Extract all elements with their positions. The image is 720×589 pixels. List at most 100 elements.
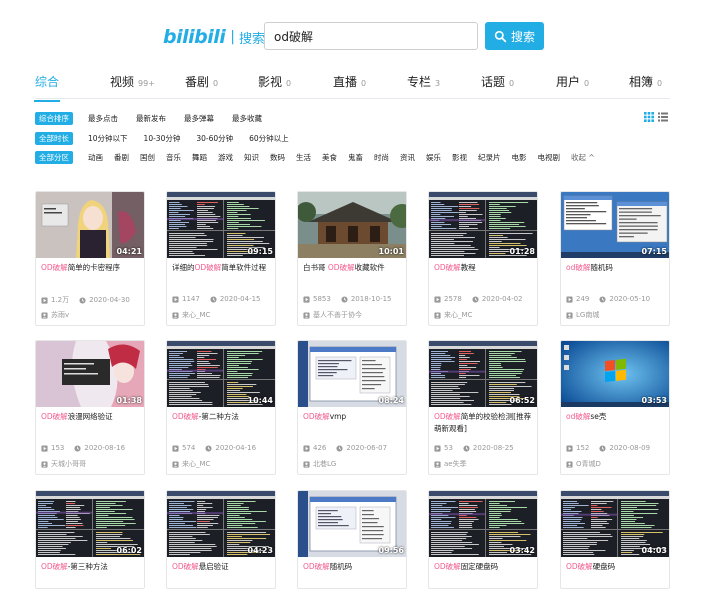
tab-album[interactable]: 相簿 0 [629,73,662,90]
video-title[interactable]: OD破解简单的卡密程序 [41,262,141,274]
tab-user[interactable]: 用户 0 [556,73,589,90]
video-title[interactable]: 白书哥 OD破解收藏软件 [303,262,403,274]
video-thumbnail[interactable]: 01:28 [429,192,537,258]
tab-live[interactable]: 直播 0 [333,73,366,90]
video-thumbnail[interactable]: 03:42 [429,491,537,557]
uploader[interactable]: 来心_MC [172,310,210,320]
zone-option[interactable]: 娱乐 [426,152,441,163]
zone-option[interactable]: 纪录片 [478,152,501,163]
video-title[interactable]: OD破解悬启验证 [172,561,272,573]
sort-option-danmaku[interactable]: 最多弹幕 [184,113,214,124]
video-title[interactable]: OD破解-第二种方法 [172,411,272,423]
video-thumbnail[interactable]: 09:15 [167,192,275,258]
zone-option[interactable]: 电影 [512,152,527,163]
uploader[interactable]: 基人不善于协今 [303,310,362,320]
video-title[interactable]: OD破解-第三种方法 [41,561,141,573]
video-thumbnail[interactable]: 07:15 [561,192,669,258]
tab-bangumi[interactable]: 番剧 0 [185,73,218,90]
tab-topic[interactable]: 话题 0 [481,73,514,90]
zone-chip-all[interactable]: 全部分区 [35,150,73,164]
video-thumbnail[interactable]: 10:44 [167,341,275,407]
video-thumbnail[interactable]: 04:23 [167,491,275,557]
search-button[interactable]: 搜索 [485,22,544,50]
video-thumbnail[interactable]: 08:24 [298,341,406,407]
grid-view-icon[interactable] [644,112,654,122]
video-card[interactable]: 01:38 OD破解浪漫网络验证 153 2020-08-16 天城小哥哥 [35,340,145,475]
zone-option[interactable]: 时尚 [374,152,389,163]
zone-option[interactable]: 游戏 [218,152,233,163]
sort-chip-default[interactable]: 综合排序 [35,111,73,125]
duration-option-under10[interactable]: 10分钟以下 [88,133,128,144]
uploader[interactable]: LG南城 [566,310,599,320]
zone-option[interactable]: 舞蹈 [192,152,207,163]
zone-option[interactable]: 音乐 [166,152,181,163]
uploader[interactable]: 天城小哥哥 [41,459,86,469]
video-card[interactable]: 04:23 OD破解悬启验证 [166,490,276,589]
video-card[interactable]: 09:56 OD破解随机码 [297,490,407,589]
video-title[interactable]: OD破解硬盘码 [566,561,666,573]
video-thumbnail[interactable]: 04:21 [36,192,144,258]
zone-collapse-toggle[interactable]: 收起 ^ [571,152,595,163]
video-card[interactable]: 07:15 od破解随机码 249 2020-05-10 LG南城 [560,191,670,326]
zone-option[interactable]: 知识 [244,152,259,163]
video-card[interactable]: 03:53 od破解se壳 152 2020-08-09 O青城D [560,340,670,475]
duration-option-30-60[interactable]: 30-60分钟 [196,133,233,144]
uploader[interactable]: 苏雨v [41,310,69,320]
zone-option[interactable]: 美食 [322,152,337,163]
zone-option[interactable]: 国创 [140,152,155,163]
video-card[interactable]: 10:44 OD破解-第二种方法 574 2020-04-16 来心_MC [166,340,276,475]
uploader[interactable]: ae失季 [434,459,467,469]
video-card[interactable]: 09:15 详细的OD破解简单软件过程 1147 2020-04-15 来心_M… [166,191,276,326]
tab-article[interactable]: 专栏 3 [407,73,440,90]
zone-option[interactable]: 影视 [452,152,467,163]
video-card[interactable]: 03:42 OD破解固定硬盘码 [428,490,538,589]
video-thumbnail[interactable]: 06:52 [429,341,537,407]
sort-option-favorites[interactable]: 最多收藏 [232,113,262,124]
zone-option[interactable]: 番剧 [114,152,129,163]
video-thumbnail[interactable]: 01:38 [36,341,144,407]
video-thumbnail[interactable]: 03:53 [561,341,669,407]
uploader[interactable]: 来心_MC [434,310,472,320]
video-title[interactable]: od破解se壳 [566,411,666,423]
video-card[interactable]: 10:01 白书哥 OD破解收藏软件 5853 2018-10-15 基人不善于… [297,191,407,326]
zone-option[interactable]: 数码 [270,152,285,163]
uploader[interactable]: 北巷LG [303,459,336,469]
video-card[interactable]: 04:03 OD破解硬盘码 [560,490,670,589]
video-title[interactable]: OD破解随机码 [303,561,403,573]
uploader[interactable]: O青城D [566,459,601,469]
zone-option[interactable]: 动画 [88,152,103,163]
video-title[interactable]: OD破解简单的校验检测[推荐萌新观看] [434,411,534,435]
video-title[interactable]: od破解随机码 [566,262,666,274]
duration-option-over60[interactable]: 60分钟以上 [249,133,289,144]
video-thumbnail[interactable]: 09:56 [298,491,406,557]
video-title[interactable]: OD破解浪漫网络验证 [41,411,141,423]
video-thumbnail[interactable]: 10:01 [298,192,406,258]
video-card[interactable]: 06:02 OD破解-第三种方法 [35,490,145,589]
video-thumbnail[interactable]: 06:02 [36,491,144,557]
video-card[interactable]: 01:28 OD破解教程 2578 2020-04-02 来心_MC [428,191,538,326]
video-thumbnail[interactable]: 04:03 [561,491,669,557]
uploader[interactable]: 来心_MC [172,459,210,469]
zone-option[interactable]: 电视剧 [538,152,561,163]
upload-date: 2020-04-15 [219,295,261,303]
search-input[interactable] [264,22,478,50]
duration-chip-all[interactable]: 全部时长 [35,131,73,145]
video-title[interactable]: OD破解vmp [303,411,403,423]
zone-option[interactable]: 生活 [296,152,311,163]
bilibili-logo[interactable]: bilibili | 搜索 [163,26,265,48]
video-card[interactable]: 06:52 OD破解简单的校验检测[推荐萌新观看] 53 2020-08-25 … [428,340,538,475]
video-title[interactable]: 详细的OD破解简单软件过程 [172,262,272,274]
video-card[interactable]: 08:24 OD破解vmp 426 2020-06-07 北巷LG [297,340,407,475]
zone-option[interactable]: 资讯 [400,152,415,163]
sort-option-newest[interactable]: 最新发布 [136,113,166,124]
tab-all[interactable]: 综合 [33,73,61,102]
video-card[interactable]: 04:21 OD破解简单的卡密程序 1.2万 2020-04-30 苏雨v [35,191,145,326]
zone-option[interactable]: 鬼畜 [348,152,363,163]
tab-video[interactable]: 视频 99+ [110,73,155,90]
video-title[interactable]: OD破解教程 [434,262,534,274]
tab-film[interactable]: 影视 0 [258,73,291,90]
duration-option-10-30[interactable]: 10-30分钟 [144,133,181,144]
sort-option-clicks[interactable]: 最多点击 [88,113,118,124]
video-title[interactable]: OD破解固定硬盘码 [434,561,534,573]
list-view-icon[interactable] [658,112,668,122]
